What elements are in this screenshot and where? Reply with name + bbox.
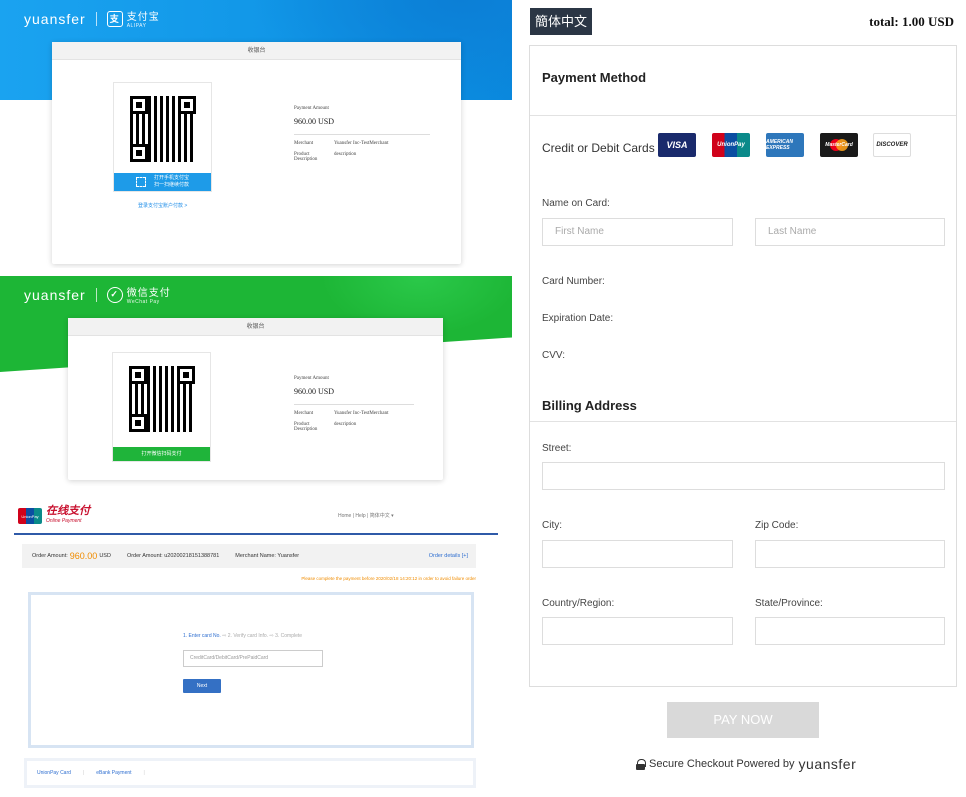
merchant-label: Merchant <box>294 411 314 416</box>
secure-text: Secure Checkout Powered by <box>649 758 795 770</box>
country-label: Country/Region: <box>542 598 615 609</box>
alipay-logo: 支 支付宝 ALIPAY <box>106 8 160 29</box>
payment-method-title: Payment Method <box>542 70 647 85</box>
merchant-value: Yuansfer Inc-TestMerchant <box>334 141 389 146</box>
discover-icon: DISCOVER <box>873 133 911 157</box>
tab-unionpay-card[interactable]: UnionPay Card <box>37 770 71 776</box>
zip-label: Zip Code: <box>755 520 799 531</box>
total-amount: total: 1.00 USD <box>869 14 954 29</box>
wechat-scan-bar: 打开微信扫码支付 <box>113 447 210 461</box>
screenshot-root: yuansfer 支 支付宝 ALIPAY 收银台 打开手机支付宝 扫一扫继续付款 … <box>0 0 966 797</box>
merchant-label: Merchant <box>294 141 314 146</box>
wechat-logo-text: 微信支付 <box>126 288 171 299</box>
amount-value: 960.00 USD <box>294 387 335 396</box>
merchant-name: Merchant Name: Yuansfer <box>235 553 300 559</box>
mastercard-icon: MasterCard <box>820 133 858 157</box>
order-amount-value: 960.00 <box>69 551 98 561</box>
checkout-form: Payment Method Credit or Debit Cards VIS… <box>529 45 957 687</box>
country-input[interactable] <box>542 617 733 645</box>
alipay-qr-box: 打开手机支付宝 扫一扫继续付款 <box>113 82 212 192</box>
desc-value: description <box>334 422 357 427</box>
lock-icon <box>636 758 646 770</box>
amount-label: Payment Amount <box>294 106 329 111</box>
alipay-cashier-card: 收银台 打开手机支付宝 扫一扫继续付款 登录支付宝账户付款 > Payment A… <box>52 42 461 264</box>
order-amount-label: Order Amount: <box>32 553 68 559</box>
card-entry-frame: 1. Enter card No. ⇨ 2. Verify card Info.… <box>28 592 474 748</box>
order-details-link[interactable]: Order details [+] <box>429 553 468 559</box>
alipay-login-link[interactable]: 登录支付宝账户付款 > <box>138 202 187 209</box>
desc-label: Product Description <box>294 422 318 432</box>
unionpay-icon: UnionPay <box>712 133 750 157</box>
first-name-input[interactable]: First Name <box>542 218 733 246</box>
alipay-amount-block: Payment Amount 960.00 USD Merchant Yuansf… <box>294 106 430 162</box>
alipay-icon: 支 <box>106 10 123 27</box>
wechat-cashier-card: 收银台 打开微信扫码支付 Payment Amount 960.00 USD M… <box>68 318 443 480</box>
language-button[interactable]: 簡体中文 <box>530 8 592 35</box>
wechat-icon: ✓ <box>106 286 123 303</box>
wechat-amount-block: Payment Amount 960.00 USD Merchant Yuansf… <box>294 376 414 432</box>
city-label: City: <box>542 520 562 531</box>
wechat-qr-code <box>129 366 195 432</box>
alipay-scan-line1: 打开手机支付宝 <box>153 175 189 181</box>
alipay-qr-code <box>130 96 196 162</box>
alipay-panel: yuansfer 支 支付宝 ALIPAY 收银台 打开手机支付宝 扫一扫继续付款 … <box>0 0 512 268</box>
alipay-cashier-title: 收银台 <box>52 42 461 60</box>
billing-address-title: Billing Address <box>542 398 637 413</box>
amount-value: 960.00 USD <box>294 117 335 126</box>
desc-label: Product Description <box>294 152 318 162</box>
yuansfer-footer-logo: yuansfer <box>798 756 857 772</box>
alipay-logo-text: 支付宝 <box>126 12 160 23</box>
street-input[interactable] <box>542 462 945 490</box>
next-button[interactable]: Next <box>183 679 221 693</box>
step-1: 1. Enter card No. <box>183 633 221 639</box>
order-currency: USD <box>99 553 111 559</box>
merchant-value: Yuansfer Inc-TestMerchant <box>334 411 389 416</box>
yuansfer-logo: yuansfer <box>24 286 86 303</box>
street-label: Street: <box>542 443 572 454</box>
step-3: 3. Complete <box>275 633 303 639</box>
unionpay-top-nav[interactable]: Home | Help | 简体中文 ▾ <box>338 512 394 519</box>
cvv-label: CVV: <box>542 350 565 361</box>
unionpay-card-icon: UnionPay <box>18 508 42 524</box>
wechat-panel: yuansfer ✓ 微信支付 WeChat Pay 收银台 打开微信扫码支付 P… <box>0 276 512 486</box>
cards-label: Credit or Debit Cards <box>542 141 655 155</box>
amount-label: Payment Amount <box>294 376 329 381</box>
payment-type-tabs: UnionPay Card | eBank Payment | <box>24 758 476 788</box>
state-input[interactable] <box>755 617 945 645</box>
unionpay-panel: UnionPay 在线支付 Online Payment Home | Help … <box>0 496 512 797</box>
wechat-brand: yuansfer ✓ 微信支付 WeChat Pay <box>24 284 171 305</box>
visa-icon: VISA <box>658 133 696 157</box>
state-label: State/Province: <box>755 598 823 609</box>
alipay-brand: yuansfer 支 支付宝 ALIPAY <box>24 8 160 29</box>
desc-value: description <box>334 152 357 157</box>
last-name-input[interactable]: Last Name <box>755 218 945 246</box>
alipay-scan-line2: 扫一扫继续付款 <box>153 182 189 188</box>
payment-steps: 1. Enter card No. ⇨ 2. Verify card Info.… <box>183 633 303 639</box>
pay-now-button[interactable]: PAY NOW <box>667 702 819 738</box>
wechat-logo-sub: WeChat Pay <box>126 299 160 305</box>
order-number: Order Amount: u20200218151388781 <box>126 553 220 559</box>
zip-input[interactable] <box>755 540 945 568</box>
city-input[interactable] <box>542 540 733 568</box>
payment-deadline-warning: Please complete the payment before 2020/… <box>301 576 476 581</box>
name-on-card-label: Name on Card: <box>542 198 610 209</box>
wechat-pay-logo: ✓ 微信支付 WeChat Pay <box>106 284 171 305</box>
step-2: 2. Verify card Info. <box>227 633 269 639</box>
order-summary-bar: Order Amount: 960.00 USD Order Amount: u… <box>22 544 476 568</box>
scan-icon <box>135 177 146 187</box>
yuansfer-logo: yuansfer <box>24 10 86 27</box>
unionpay-logo-sub: Online Payment <box>46 518 82 524</box>
card-number-label: Card Number: <box>542 276 605 287</box>
card-number-input[interactable]: CreditCard/DebitCard/PrePaidCard <box>183 650 323 667</box>
unionpay-logo: UnionPay 在线支付 Online Payment <box>18 506 90 526</box>
wechat-cashier-title: 收银台 <box>68 318 443 336</box>
wechat-qr-box: 打开微信扫码支付 <box>112 352 211 462</box>
tab-ebank-payment[interactable]: eBank Payment <box>96 770 131 776</box>
alipay-scan-bar: 打开手机支付宝 扫一扫继续付款 <box>114 173 211 191</box>
amex-icon: AMERICAN EXPRESS <box>766 133 804 157</box>
alipay-logo-sub: ALIPAY <box>126 23 147 29</box>
secure-checkout-footer: Secure Checkout Powered by yuansfer <box>636 756 856 772</box>
expiration-label: Expiration Date: <box>542 313 614 324</box>
